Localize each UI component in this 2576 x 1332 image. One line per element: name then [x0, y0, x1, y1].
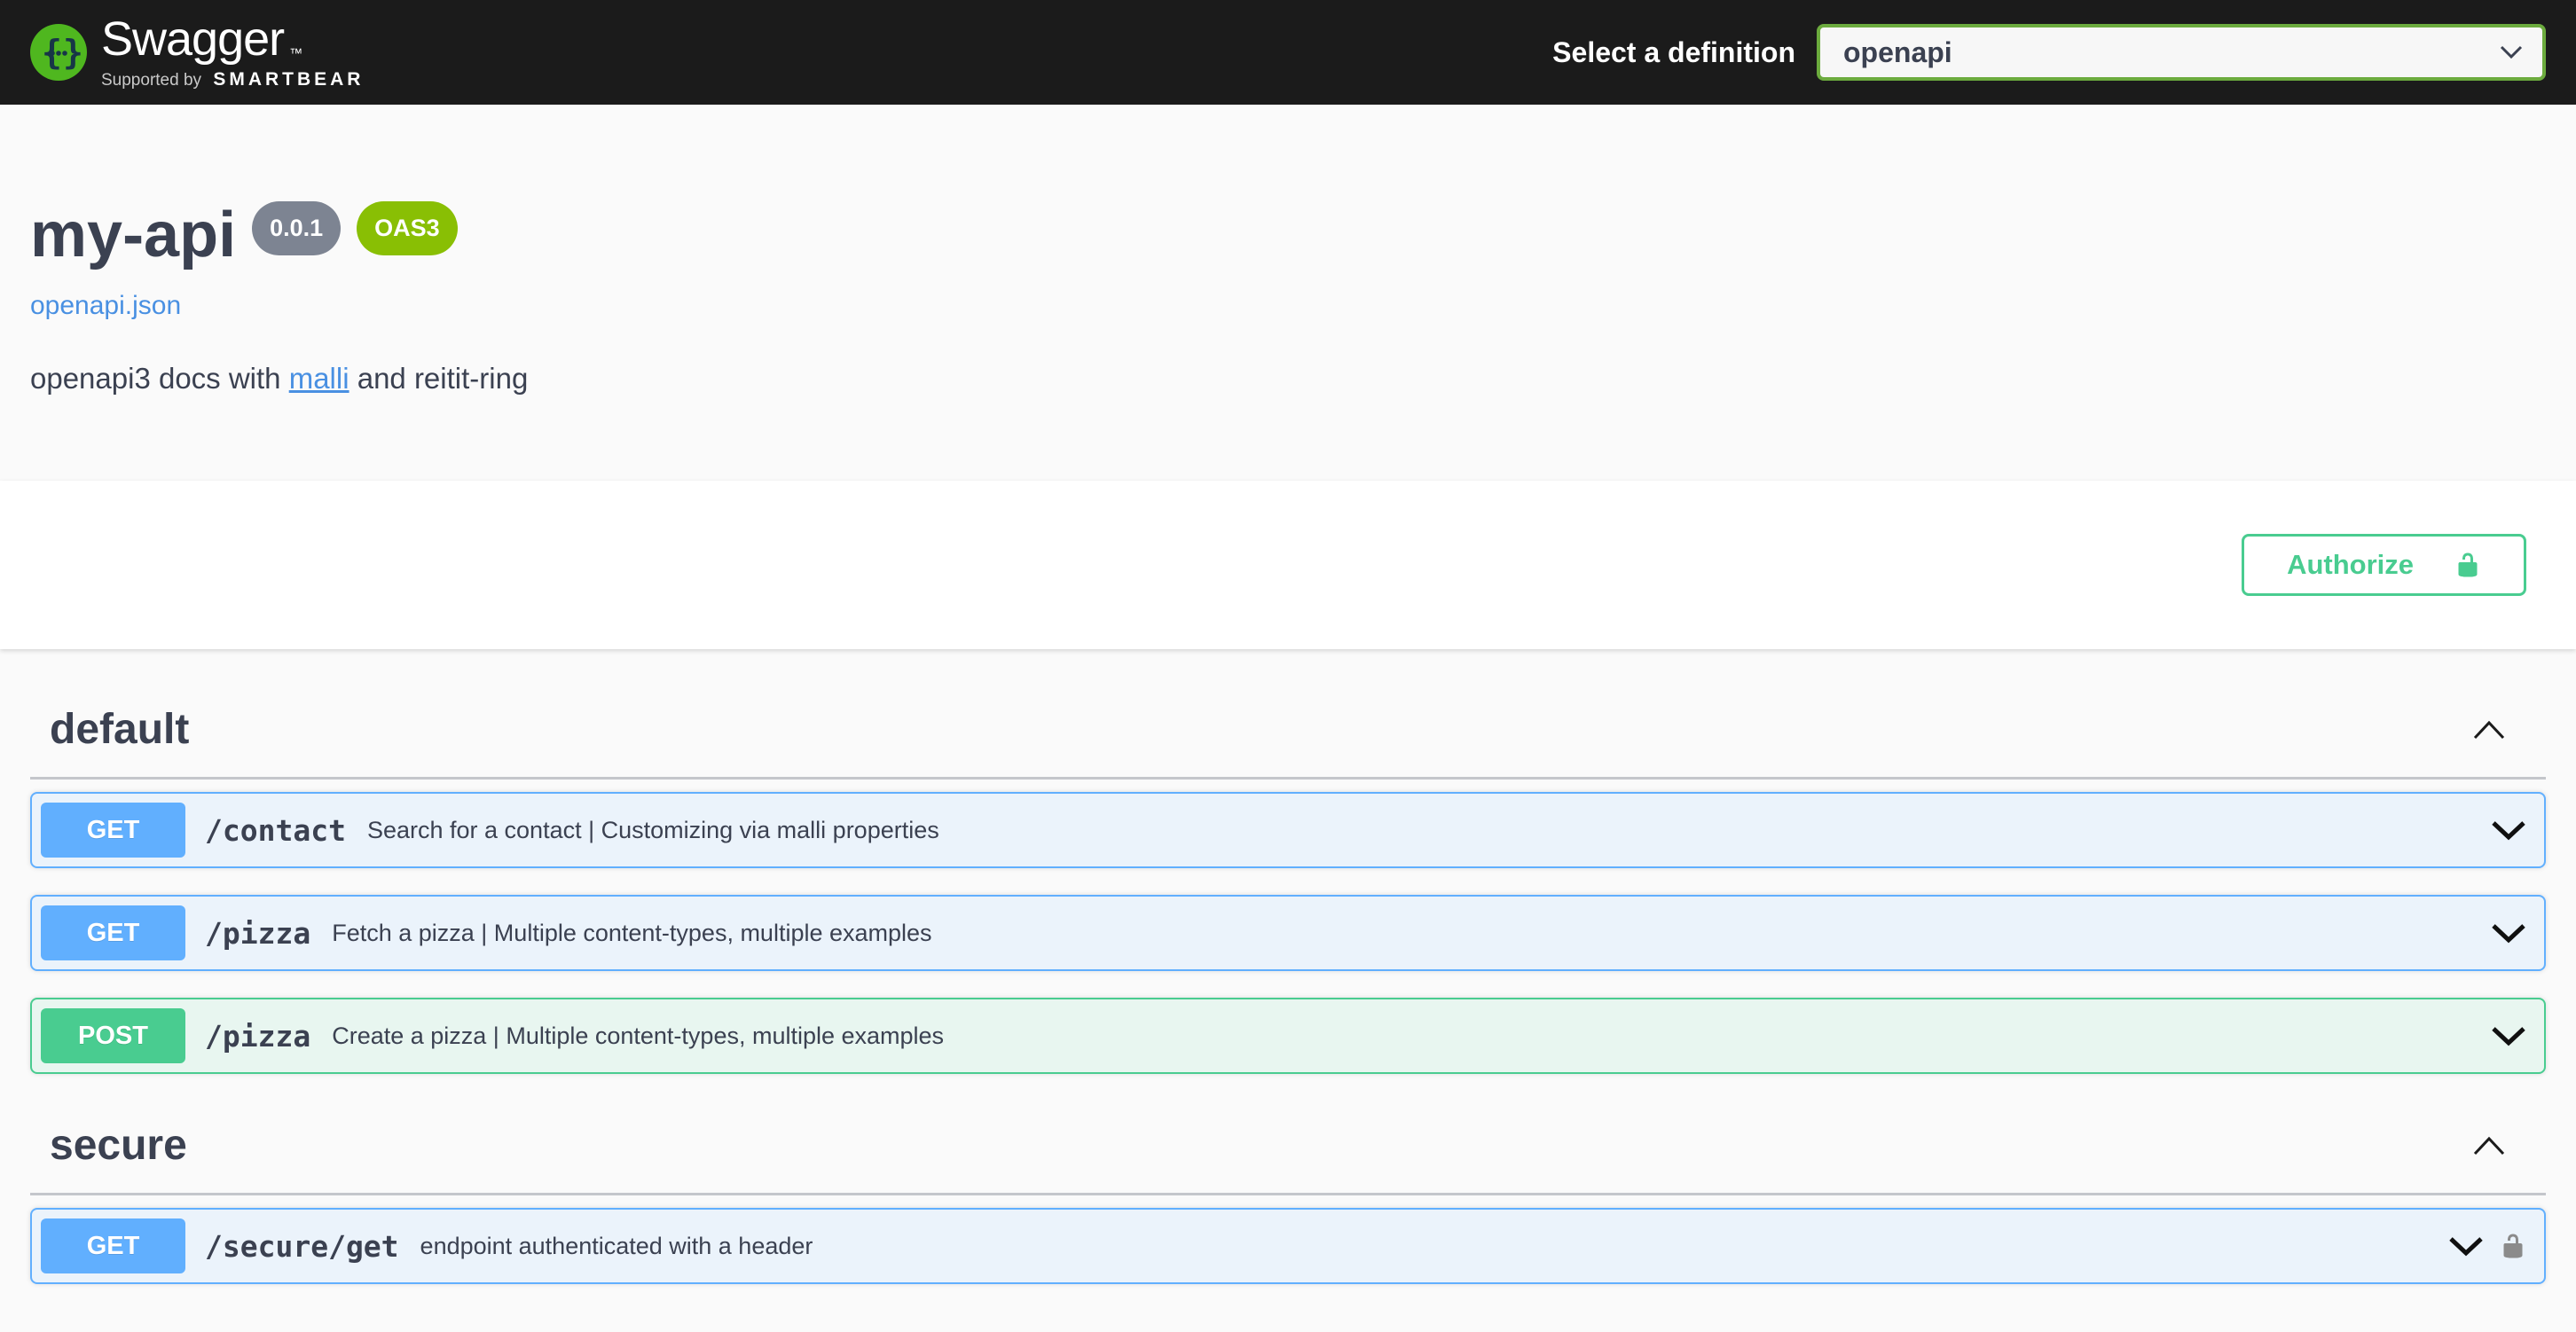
swagger-logo-icon: { }	[30, 24, 87, 81]
section-title: default	[50, 704, 2473, 756]
tag-section: default GET /contact Search for a contac…	[30, 701, 2546, 1074]
operation-row[interactable]: GET /contact Search for a contact | Cust…	[30, 792, 2546, 868]
definition-picker: Select a definition openapi	[1552, 24, 2546, 81]
operation-description: endpoint authenticated with a header	[420, 1233, 2448, 1260]
operation-summary-bar[interactable]: GET /secure/get endpoint authenticated w…	[32, 1210, 2544, 1282]
section-operations: GET /contact Search for a contact | Cust…	[30, 792, 2546, 1074]
operation-path: /pizza	[205, 916, 310, 951]
http-method-badge: POST	[41, 1008, 185, 1063]
operation-description: Fetch a pizza | Multiple content-types, …	[332, 920, 2491, 947]
swagger-logo-link[interactable]: { } Swagger ™ Supported by SMARTBEAR	[30, 15, 364, 90]
tag-section: secure GET /secure/get endpoint authenti…	[30, 1117, 2546, 1284]
chevron-down-icon[interactable]	[2491, 923, 2526, 944]
api-description: openapi3 docs with malli and reitit-ring	[30, 362, 2546, 396]
operation-path: /pizza	[205, 1019, 310, 1054]
brand-trademark: ™	[289, 47, 302, 95]
oas3-badge: OAS3	[357, 201, 458, 255]
malli-link[interactable]: malli	[289, 362, 349, 395]
select-definition-label: Select a definition	[1552, 36, 1795, 69]
operation-description: Create a pizza | Multiple content-types,…	[332, 1023, 2491, 1050]
operation-row[interactable]: GET /pizza Fetch a pizza | Multiple cont…	[30, 895, 2546, 971]
chevron-down-icon[interactable]	[2448, 1236, 2484, 1257]
operation-row[interactable]: POST /pizza Create a pizza | Multiple co…	[30, 998, 2546, 1074]
supported-by-label: Supported by	[101, 71, 201, 90]
section-header[interactable]: default	[30, 701, 2546, 780]
operation-summary-bar[interactable]: POST /pizza Create a pizza | Multiple co…	[32, 999, 2544, 1072]
api-info: my-api 0.0.1 OAS3 openapi.json openapi3 …	[0, 197, 2576, 396]
authorize-button[interactable]: Authorize	[2242, 534, 2526, 596]
topbar: { } Swagger ™ Supported by SMARTBEAR Sel…	[0, 0, 2576, 105]
http-method-badge: GET	[41, 905, 185, 960]
operations-list: default GET /contact Search for a contac…	[0, 701, 2576, 1284]
spec-url-link[interactable]: openapi.json	[30, 291, 181, 321]
section-operations: GET /secure/get endpoint authenticated w…	[30, 1208, 2546, 1284]
authorize-label: Authorize	[2287, 549, 2414, 581]
chevron-down-icon[interactable]	[2491, 820, 2526, 841]
brand-name: Swagger	[101, 15, 284, 63]
collapse-section-button[interactable]	[2473, 1136, 2505, 1156]
operation-summary-bar[interactable]: GET /pizza Fetch a pizza | Multiple cont…	[32, 897, 2544, 969]
http-method-badge: GET	[41, 1218, 185, 1273]
section-title: secure	[50, 1120, 2473, 1171]
version-badge: 0.0.1	[252, 201, 341, 255]
operation-row[interactable]: GET /secure/get endpoint authenticated w…	[30, 1208, 2546, 1284]
operation-summary-bar[interactable]: GET /contact Search for a contact | Cust…	[32, 794, 2544, 866]
lock-unlocked-icon[interactable]	[2500, 1229, 2526, 1263]
scheme-container: Authorize	[0, 481, 2576, 649]
chevron-down-icon[interactable]	[2491, 1026, 2526, 1046]
operation-path: /secure/get	[205, 1229, 399, 1264]
http-method-badge: GET	[41, 803, 185, 858]
definition-select[interactable]: openapi	[1817, 24, 2546, 81]
operation-description: Search for a contact | Customizing via m…	[367, 817, 2491, 844]
chevron-up-icon	[2473, 720, 2505, 740]
page-title: my-api	[30, 197, 236, 273]
section-header[interactable]: secure	[30, 1117, 2546, 1195]
description-text: openapi3 docs with	[30, 362, 289, 395]
description-text: and reitit-ring	[349, 362, 529, 395]
chevron-up-icon	[2473, 1136, 2505, 1156]
collapse-section-button[interactable]	[2473, 720, 2505, 740]
operation-path: /contact	[205, 813, 346, 848]
unlock-icon	[2454, 549, 2481, 581]
